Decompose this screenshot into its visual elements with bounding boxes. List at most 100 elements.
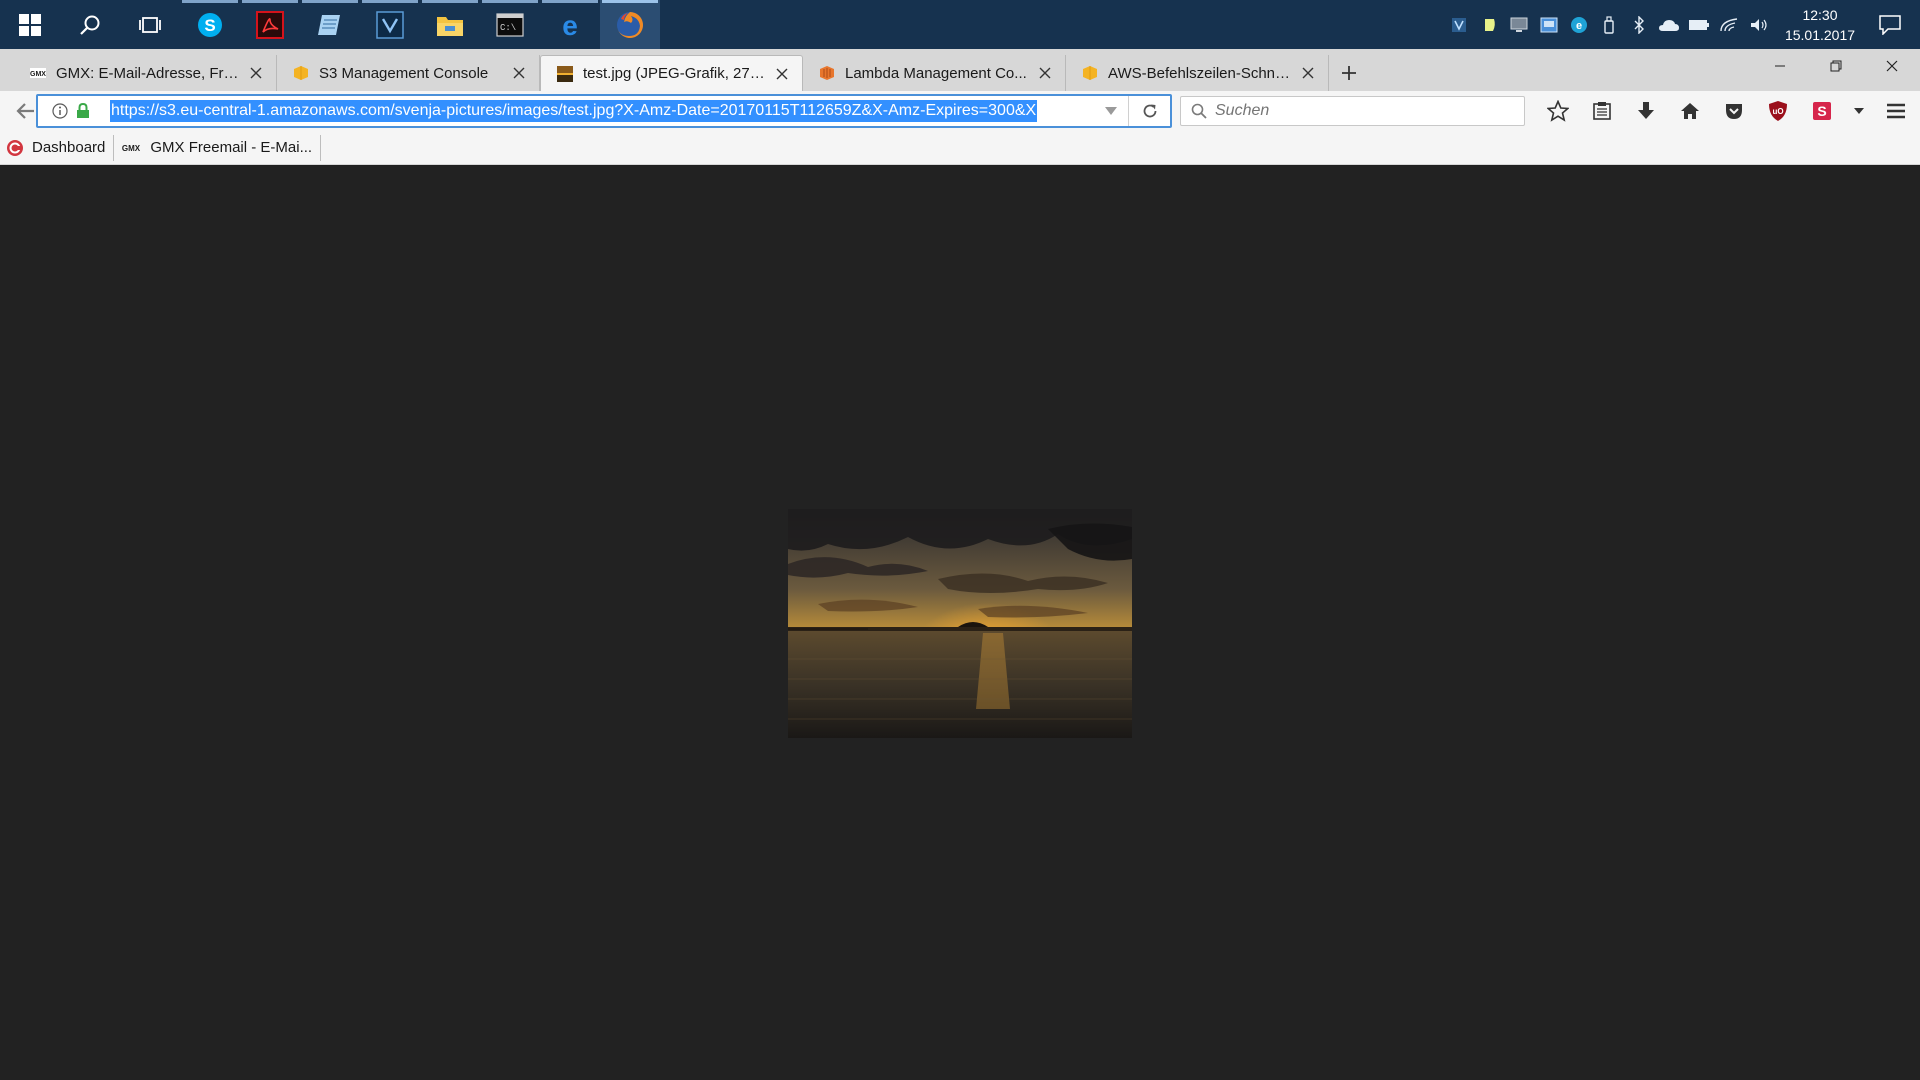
tray-bluetooth-icon[interactable] [1624, 0, 1654, 49]
tab-gmx[interactable]: GMX GMX: E-Mail-Adresse, Fre... [14, 55, 277, 91]
reload-icon [1143, 104, 1156, 118]
extension-dropdown[interactable] [1844, 91, 1874, 131]
close-icon [1886, 60, 1898, 72]
svg-text:S: S [204, 16, 215, 35]
reload-button[interactable] [1128, 96, 1170, 126]
task-view-icon [139, 16, 161, 33]
clock-date: 15.01.2017 [1784, 26, 1856, 43]
bookmark-gmx-freemail[interactable]: GMX GMX Freemail - E-Mai... [120, 134, 322, 161]
taskbar-acrobat[interactable] [240, 0, 300, 49]
action-center-button[interactable] [1860, 0, 1920, 49]
firefox-icon [617, 11, 643, 38]
tab-title: GMX: E-Mail-Adresse, Fre... [56, 64, 240, 82]
clock-time: 12:30 [1802, 6, 1838, 23]
tray-battery-icon[interactable] [1684, 0, 1714, 49]
bookmarks-toolbar: Dashboard GMX GMX Freemail - E-Mai... [0, 131, 1920, 165]
close-tab-icon[interactable] [246, 63, 266, 83]
chevron-down-icon [1105, 107, 1117, 115]
close-window-button[interactable] [1864, 49, 1920, 83]
notification-icon [1879, 14, 1901, 35]
svg-text:uO: uO [1772, 107, 1783, 116]
tab-lambda-console[interactable]: Lambda Management Co... [803, 55, 1066, 91]
close-tab-icon[interactable] [772, 64, 792, 84]
lock-icon[interactable] [76, 103, 90, 119]
close-tab-icon[interactable] [509, 63, 529, 83]
start-button[interactable] [0, 0, 60, 49]
tray-volume-icon[interactable] [1744, 0, 1774, 49]
minimize-button[interactable] [1752, 49, 1808, 83]
home-icon [1681, 103, 1699, 119]
search-button[interactable] [60, 0, 120, 49]
back-arrow-icon [16, 103, 34, 119]
tray-network-drive-icon[interactable] [1534, 0, 1564, 49]
close-tab-icon[interactable] [1035, 63, 1055, 83]
url-history-dropdown[interactable] [1094, 106, 1128, 116]
bookmark-dashboard[interactable]: Dashboard [6, 134, 115, 161]
info-icon[interactable] [52, 103, 68, 119]
tray-evernote-icon[interactable] [1474, 0, 1504, 49]
tab-aws-cli[interactable]: AWS-Befehlszeilen-Schnit... [1066, 55, 1329, 91]
taskbar-visual-studio[interactable] [360, 0, 420, 49]
file-explorer-icon [437, 16, 463, 36]
image-icon [557, 65, 573, 82]
tab-title: Lambda Management Co... [845, 64, 1027, 82]
task-view-button[interactable] [120, 0, 180, 49]
aws-icon [293, 65, 309, 81]
search-icon [80, 15, 100, 35]
tray-usb-icon[interactable] [1594, 0, 1624, 49]
hamburger-menu-icon [1887, 103, 1905, 119]
image-viewer-content [0, 166, 1920, 1080]
ublock-shield-icon: uO [1769, 101, 1787, 121]
tab-s3-console[interactable]: S3 Management Console [277, 55, 540, 91]
windows-logo-icon [19, 13, 41, 36]
taskbar-terminal[interactable]: C:\ [480, 0, 540, 49]
gmx-icon: GMX [30, 65, 46, 81]
taskbar-edge[interactable]: e [540, 0, 600, 49]
bookmark-label: GMX Freemail - E-Mai... [150, 139, 313, 156]
extension-s-icon: S [1813, 102, 1831, 120]
tray-monitor-icon[interactable] [1504, 0, 1534, 49]
downloads-button[interactable] [1624, 91, 1668, 131]
search-bar[interactable] [1180, 96, 1525, 126]
home-button[interactable] [1668, 91, 1712, 131]
taskbar-notepad[interactable] [300, 0, 360, 49]
bookmark-star-button[interactable] [1536, 91, 1580, 131]
ublock-button[interactable]: uO [1756, 91, 1800, 131]
skype-icon: S [198, 12, 222, 37]
restore-icon [1830, 60, 1842, 72]
pocket-button[interactable] [1712, 91, 1756, 131]
search-input[interactable] [1215, 102, 1515, 120]
tab-title: S3 Management Console [319, 64, 489, 82]
extension-s-button[interactable]: S [1800, 91, 1844, 131]
window-controls [1752, 49, 1920, 91]
sunset-photo[interactable] [788, 509, 1132, 738]
dashboard-icon [6, 139, 24, 157]
gmx-icon: GMX [120, 143, 142, 153]
visual-studio-icon [376, 10, 404, 39]
tray-wifi-icon[interactable] [1714, 0, 1744, 49]
bookmarks-menu-button[interactable] [1580, 91, 1624, 131]
aws-icon [1082, 65, 1098, 81]
taskbar-clock[interactable]: 12:30 15.01.2017 [1780, 5, 1860, 45]
tray-onedrive-icon[interactable] [1654, 0, 1684, 49]
taskbar-skype[interactable]: S [180, 0, 240, 49]
download-icon [1638, 102, 1654, 119]
taskbar-firefox[interactable] [600, 0, 660, 49]
tray-e-icon[interactable]: e [1564, 0, 1594, 49]
close-tab-icon[interactable] [1298, 63, 1318, 83]
new-tab-button[interactable] [1329, 55, 1369, 91]
taskbar-file-explorer[interactable] [420, 0, 480, 49]
star-icon [1547, 100, 1569, 122]
tray-visual-studio-icon[interactable] [1444, 0, 1474, 49]
url-bar[interactable]: https://s3.eu-central-1.amazonaws.com/sv… [36, 94, 1172, 128]
menu-button[interactable] [1874, 91, 1918, 131]
svg-text:e: e [1576, 20, 1582, 32]
terminal-icon: C:\ [496, 12, 524, 37]
pocket-icon [1726, 104, 1742, 119]
search-icon [1191, 103, 1207, 119]
tab-test-jpg[interactable]: test.jpg (JPEG-Grafik, 275 ... [540, 55, 803, 91]
url-text[interactable]: https://s3.eu-central-1.amazonaws.com/sv… [110, 100, 1094, 122]
restore-button[interactable] [1808, 49, 1864, 83]
aws-lambda-icon [819, 65, 835, 81]
edge-icon: e [562, 11, 578, 39]
